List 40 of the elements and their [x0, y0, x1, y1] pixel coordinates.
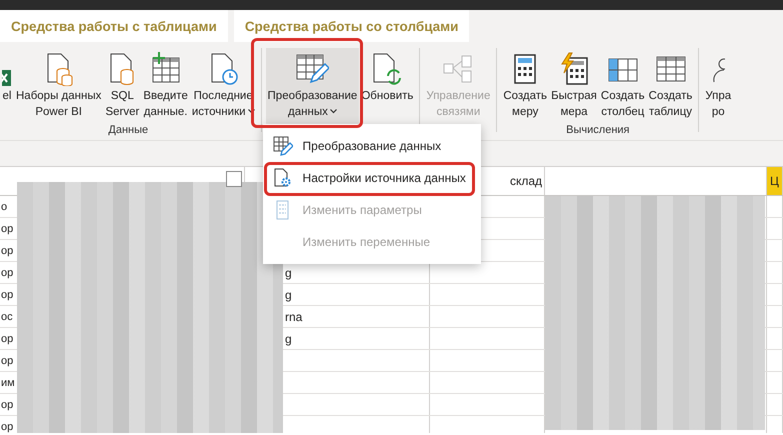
ribbon-button[interactable]: Создать таблицу — [646, 48, 694, 124]
ribbon-button[interactable]: el — [0, 48, 14, 120]
gear-document-icon — [272, 168, 293, 188]
ribbon-button[interactable]: Наборы данных Power BI — [14, 48, 104, 124]
menu-item[interactable]: Преобразование данных — [262, 130, 481, 162]
chevron-down-icon — [330, 109, 337, 114]
table-cell: им — [0, 376, 15, 388]
menu-item[interactable]: Настройки источника данных — [262, 162, 481, 194]
table-cell: ор — [0, 222, 14, 234]
table-cell: ор — [0, 354, 14, 366]
ribbon-button[interactable]: Преобразование данных — [266, 48, 360, 124]
table-cell: ор — [0, 244, 14, 256]
column-dropdown-icon[interactable] — [226, 171, 242, 187]
table-cell: ор — [0, 420, 14, 432]
table-cell: ор — [0, 398, 14, 410]
table-cell: ор — [0, 288, 14, 300]
table-cell-text: g — [284, 288, 292, 302]
chevron-down-icon — [248, 109, 255, 114]
table-cell-text: rna — [284, 310, 302, 324]
group-label: Данные — [108, 124, 148, 136]
spreadsheet-icon — [2, 70, 12, 86]
table-cell-text: g — [284, 332, 292, 346]
ribbon-button[interactable]: Введите данные. — [141, 48, 190, 124]
column-header[interactable]: Ц — [767, 167, 783, 195]
group-label: Вычисления — [566, 124, 630, 136]
column-header[interactable]: склад — [510, 174, 542, 188]
ribbon-button[interactable]: Создать меру — [501, 48, 550, 124]
table-cell: ор — [0, 266, 14, 278]
ribbon-button[interactable]: Создать столбец — [598, 48, 647, 124]
ribbon-button[interactable]: Последние источники — [190, 48, 257, 124]
table-cell: о — [0, 200, 8, 212]
ribbon-button[interactable]: Быстрая мера — [549, 48, 599, 124]
ribbon-button[interactable]: SQL Server — [103, 48, 142, 124]
table-cell: ос — [0, 310, 13, 322]
table-cell-text: g — [284, 266, 292, 280]
ribbon-button[interactable]: Упра ро — [703, 48, 734, 124]
table-pencil-icon — [272, 136, 293, 156]
table-cell: ор — [0, 332, 14, 344]
ribbon-button[interactable]: Обновить — [359, 48, 416, 120]
table-pencil-icon — [295, 52, 330, 86]
